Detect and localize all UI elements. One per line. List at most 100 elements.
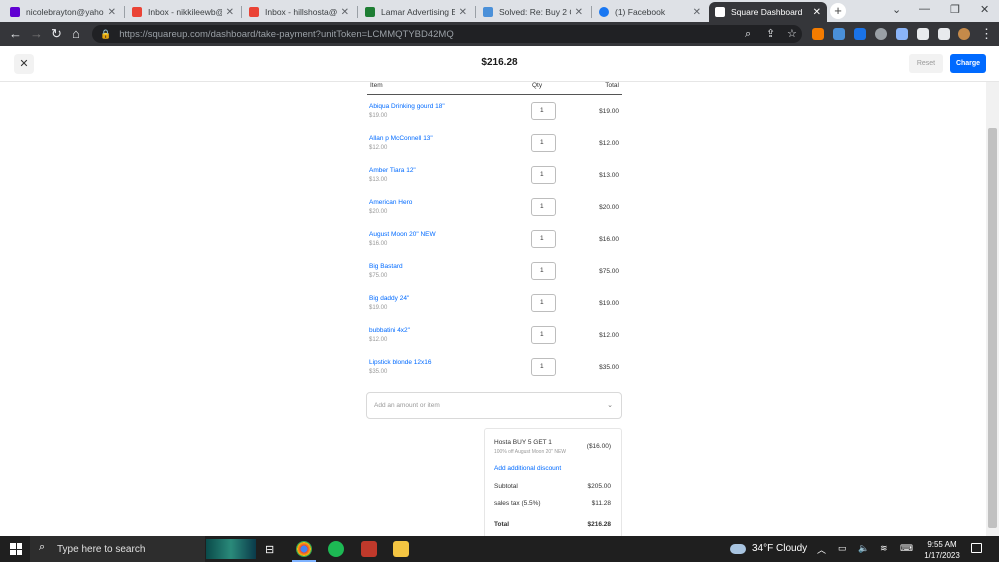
table-row: Abiqua Drinking gourd 18" $19.00 1 $19.0… — [0, 82, 986, 120]
total-value: $216.28 — [587, 521, 612, 528]
table-row: Big daddy 24" $19.00 1 $19.00 — [0, 274, 986, 312]
tab-yahoo-mail[interactable]: nicolebrayton@yahoo ✕ — [4, 2, 122, 22]
system-clock[interactable]: 9:55 AM 1/17/2023 — [920, 539, 964, 561]
close-icon[interactable]: ✕ — [226, 7, 234, 18]
extension-icon[interactable] — [812, 28, 824, 40]
battery-icon[interactable]: ▭ — [838, 543, 847, 554]
new-tab-button[interactable]: + — [830, 3, 846, 19]
item-name-link[interactable]: August Moon 20" NEW — [369, 231, 436, 238]
add-item-dropdown[interactable]: Add an amount or item ⌄ — [366, 392, 622, 419]
item-name-link[interactable]: bubbatini 4x2" — [369, 327, 410, 334]
item-name-link[interactable]: Big Bastard — [369, 263, 403, 270]
windows-start-icon[interactable] — [10, 543, 22, 555]
extensions-puzzle-icon[interactable] — [917, 28, 929, 40]
tab-separator — [357, 6, 358, 18]
tab-gmail-nikkileewb[interactable]: Inbox - nikkileewb@g ✕ — [126, 2, 240, 22]
tax-label: sales tax (5.5%) — [494, 500, 541, 507]
table-row: Allan p McConnell 13" $12.00 1 $12.00 — [0, 114, 986, 152]
address-bar[interactable]: 🔒 https://squareup.com/dashboard/take-pa… — [92, 25, 802, 43]
app-icon[interactable] — [361, 541, 377, 557]
tab-title: Inbox - hillshosta@gm — [265, 7, 337, 17]
keyboard-icon[interactable]: ⌨ — [900, 543, 913, 554]
close-icon[interactable]: ✕ — [108, 7, 116, 18]
item-name-link[interactable]: Big daddy 24" — [369, 295, 409, 302]
item-total: $35.00 — [599, 364, 619, 371]
tab-search-icon[interactable]: ⌄ — [892, 3, 901, 16]
weather-widget[interactable]: 34°F Cloudy — [730, 543, 807, 554]
task-view-icon[interactable]: ⊟ — [265, 543, 274, 556]
url-text: https://squareup.com/dashboard/take-paym… — [119, 28, 454, 40]
tab-title: Square Dashboard — [731, 7, 803, 17]
subtotal-label: Subtotal — [494, 483, 518, 490]
gmail-icon — [132, 7, 142, 17]
side-panel-icon[interactable] — [938, 28, 950, 40]
file-explorer-icon[interactable] — [393, 541, 409, 557]
page-title-total: $216.28 — [481, 57, 518, 68]
item-name-link[interactable]: Abiqua Drinking gourd 18" — [369, 103, 445, 110]
chevron-up-icon[interactable]: ︿ — [817, 543, 826, 556]
facebook-icon — [599, 7, 609, 17]
reload-icon[interactable]: ↻ — [51, 26, 62, 42]
spotify-icon[interactable] — [328, 541, 344, 557]
close-icon[interactable]: ✕ — [459, 7, 467, 18]
volume-icon[interactable]: 🔈 — [858, 543, 869, 554]
chevron-down-icon: ⌄ — [607, 402, 613, 409]
square-icon — [715, 7, 725, 17]
tab-gmail-hillshosta[interactable]: Inbox - hillshosta@gm ✕ — [243, 2, 355, 22]
charge-button[interactable]: Charge — [950, 54, 986, 73]
table-row: Lipstick blonde 12x16 $35.00 1 $35.00 — [0, 338, 986, 376]
tab-solved[interactable]: Solved: Re: Buy 2 Get ✕ — [477, 2, 589, 22]
extension-icon[interactable] — [896, 28, 908, 40]
minimize-icon[interactable]: — — [919, 3, 930, 15]
item-name-link[interactable]: Lipstick blonde 12x16 — [369, 359, 432, 366]
window-close-icon[interactable]: ✕ — [980, 3, 989, 16]
bookmark-star-icon[interactable]: ☆ — [787, 26, 797, 42]
forward-icon[interactable]: → — [30, 26, 43, 42]
tab-facebook[interactable]: (1) Facebook ✕ — [593, 2, 707, 22]
clock-date: 1/17/2023 — [924, 551, 960, 560]
quantity-input[interactable]: 1 — [531, 358, 556, 376]
chrome-icon[interactable] — [296, 541, 312, 557]
tab-title: (1) Facebook — [615, 7, 666, 17]
item-name-link[interactable]: American Hero — [369, 199, 412, 206]
tab-title: Solved: Re: Buy 2 Get — [499, 7, 571, 17]
close-icon[interactable]: ✕ — [341, 7, 349, 18]
share-icon[interactable]: ⇪ — [766, 26, 775, 42]
extension-icon[interactable] — [875, 28, 887, 40]
profile-avatar[interactable] — [958, 28, 970, 40]
close-icon[interactable]: ✕ — [693, 7, 701, 18]
scrollbar-thumb[interactable] — [988, 128, 997, 528]
home-icon[interactable]: ⌂ — [72, 26, 80, 42]
discount-name: Hosta BUY 5 GET 1 — [494, 439, 552, 446]
item-name-link[interactable]: Allan p McConnell 13" — [369, 135, 433, 142]
wifi-icon[interactable]: ≋ — [880, 543, 888, 554]
back-icon[interactable]: ← — [9, 26, 22, 42]
search-highlight-image[interactable] — [206, 539, 256, 559]
search-icon[interactable]: ⌕ — [745, 26, 751, 42]
table-row: bubbatini 4x2" $12.00 1 $12.00 — [0, 306, 986, 344]
extension-icon[interactable] — [854, 28, 866, 40]
menu-dots-icon[interactable]: ⋮ — [980, 26, 993, 42]
close-icon[interactable]: ✕ — [813, 7, 821, 18]
windows-taskbar: ⌕ Type here to search ⊟ 34°F Cloudy ︿ ▭ … — [0, 536, 999, 562]
tab-separator — [124, 6, 125, 18]
tax-value: $11.28 — [591, 500, 611, 507]
table-row: August Moon 20" NEW $16.00 1 $16.00 — [0, 210, 986, 248]
cloud-icon — [730, 543, 746, 554]
reset-button[interactable]: Reset — [909, 54, 943, 73]
tab-square-dashboard[interactable]: Square Dashboard ✕ — [709, 2, 827, 22]
search-icon: ⌕ — [39, 541, 46, 553]
tab-title: Inbox - nikkileewb@g — [148, 7, 222, 17]
close-icon[interactable]: ✕ — [575, 7, 583, 18]
taskbar-search-box[interactable]: ⌕ Type here to search — [30, 536, 205, 562]
table-row: Big Bastard $75.00 1 $75.00 — [0, 242, 986, 280]
extension-icon[interactable] — [833, 28, 845, 40]
item-name-link[interactable]: Amber Tiara 12" — [369, 167, 416, 174]
lamar-icon — [365, 7, 375, 17]
maximize-icon[interactable]: ❐ — [950, 3, 960, 16]
notification-icon[interactable] — [971, 543, 982, 553]
tab-lamar[interactable]: Lamar Advertising En ✕ — [359, 2, 473, 22]
cart-content: Item Qty Total Abiqua Drinking gourd 18"… — [0, 82, 986, 536]
add-discount-link[interactable]: Add additional discount — [494, 465, 561, 472]
tab-title: Lamar Advertising En — [381, 7, 455, 17]
